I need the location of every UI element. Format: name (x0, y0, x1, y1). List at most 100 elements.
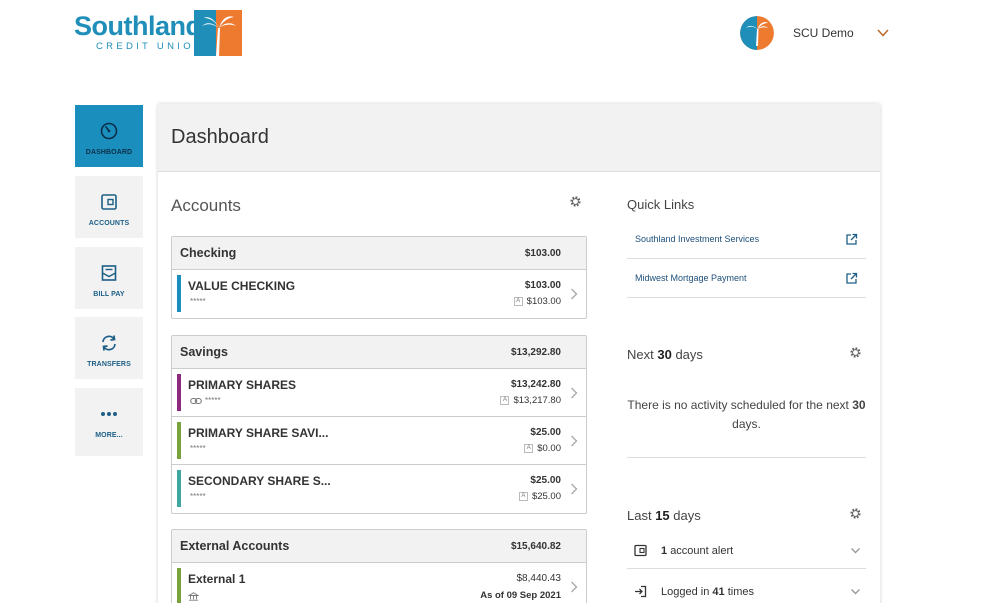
account-color-bar (177, 374, 181, 411)
available-icon: A (513, 297, 523, 306)
account-row[interactable]: VALUE CHECKING ***** $103.00 A $103.00 (172, 270, 586, 318)
dashboard-header: Dashboard (158, 104, 880, 172)
brand-logo[interactable]: Southland CREDIT UNION (74, 10, 244, 58)
logo-name: Southland (74, 11, 202, 41)
account-name: SECONDARY SHARE S... (188, 474, 331, 488)
sign-in-icon (635, 585, 647, 598)
nav-label: DASHBOARD (85, 149, 133, 156)
chevron-down-icon[interactable] (876, 26, 890, 40)
login-post: times (727, 585, 754, 598)
account-group-savings: Savings $13,292.80 PRIMARY SHARES ***** … (171, 335, 587, 514)
chevron-right-icon (571, 387, 578, 399)
quick-links-title: Quick Links (627, 197, 695, 212)
group-name: Checking (180, 246, 237, 260)
gear-icon[interactable] (849, 346, 862, 359)
account-name: External 1 (188, 572, 246, 586)
account-row[interactable]: SECONDARY SHARE S... ***** $25.00 A $25.… (172, 465, 586, 513)
account-number-mask: ***** (190, 297, 206, 306)
divider (627, 457, 866, 458)
account-available: A $25.00 (518, 491, 561, 502)
next-days-prefix: Next (627, 347, 654, 362)
chevron-right-icon (571, 435, 578, 447)
quick-link-investment[interactable]: Southland Investment Services (627, 220, 866, 259)
account-color-bar (177, 275, 181, 312)
account-balance: $103.00 (524, 280, 561, 291)
nav-transfers[interactable]: TRANSFERS (75, 317, 143, 379)
alert-count: 1 (661, 544, 668, 557)
available-icon: A (524, 444, 534, 453)
ellipsis-icon (101, 412, 117, 416)
no-activity-message: There is no activity scheduled for the n… (627, 396, 866, 434)
dashboard-panel: Dashboard Accounts Checking $103.00 VALU… (158, 104, 880, 603)
account-number-mask: ***** (190, 492, 206, 501)
gear-icon[interactable] (849, 507, 862, 520)
quick-link-mortgage[interactable]: Midwest Mortgage Payment (627, 259, 866, 298)
nav-label: ACCOUNTS (88, 220, 130, 227)
account-name: PRIMARY SHARE SAVI... (188, 426, 329, 440)
account-row[interactable]: External 1 $8,440.43 As of 09 Sep 2021 (172, 563, 586, 603)
account-balance: $25.00 (530, 475, 561, 486)
group-header: Savings $13,292.80 (172, 336, 586, 369)
account-group-checking: Checking $103.00 VALUE CHECKING ***** $1… (171, 236, 587, 319)
page-title: Dashboard (171, 126, 269, 148)
logo-text: Southland CREDIT UNION (74, 12, 204, 52)
chevron-right-icon (571, 581, 578, 593)
gauge-icon (100, 122, 118, 140)
login-count-row[interactable]: Logged in 41 times (627, 574, 866, 603)
quick-link-label: Midwest Mortgage Payment (635, 273, 747, 283)
group-total: $103.00 (524, 247, 561, 259)
chevron-right-icon (571, 483, 578, 495)
alert-label: account alert (670, 544, 734, 557)
nav-accounts[interactable]: ACCOUNTS (75, 176, 143, 238)
nav-dashboard[interactable]: DASHBOARD (75, 105, 143, 167)
bank-icon (188, 592, 199, 601)
nav-label: BILL PAY (93, 291, 125, 298)
account-number-mask: ***** (190, 444, 206, 453)
no-activity-count: 30 (852, 398, 866, 412)
account-as-of: As of 09 Sep 2021 (480, 590, 561, 601)
quick-link-label: Southland Investment Services (635, 234, 760, 244)
available-amount: $0.00 (537, 443, 561, 454)
group-total: $13,292.80 (510, 346, 561, 358)
account-balance: $25.00 (530, 427, 561, 438)
account-row[interactable]: PRIMARY SHARE SAVI... ***** $25.00 A $0.… (172, 417, 586, 465)
wallet-icon (634, 544, 647, 557)
group-total: $15,640.82 (510, 540, 561, 552)
available-amount: $13,217.80 (513, 395, 561, 406)
login-pre: Logged in (661, 585, 710, 598)
account-institution (188, 592, 199, 601)
login-count: 41 (712, 585, 725, 598)
account-alert-row[interactable]: 1 account alert (627, 533, 866, 569)
next-days-count: 30 (657, 347, 672, 362)
nav-bill-pay[interactable]: BILL PAY (75, 247, 143, 309)
chevron-down-icon (851, 548, 860, 554)
accounts-title: Accounts (171, 196, 241, 215)
available-icon: A (500, 396, 510, 405)
last-days-suffix: days (673, 508, 701, 523)
user-name: SCU Demo (793, 26, 854, 40)
next-days-suffix: days (675, 347, 703, 362)
nav-more[interactable]: MORE... (75, 388, 143, 456)
chevron-down-icon (851, 589, 860, 595)
account-row[interactable]: PRIMARY SHARES ***** $13,242.80 A $13,21… (172, 369, 586, 417)
nav-label: MORE... (95, 432, 123, 439)
mask-text: ***** (205, 396, 221, 405)
external-link-icon (846, 233, 858, 245)
last-days-title: Last 15 days (627, 508, 701, 523)
user-menu[interactable]: SCU Demo (740, 16, 890, 50)
no-activity-suffix: days. (732, 417, 761, 431)
account-balance: $8,440.43 (516, 573, 562, 584)
no-activity-text: There is no activity scheduled for the n… (627, 398, 849, 412)
account-balance: $13,242.80 (510, 379, 561, 390)
group-name: Savings (180, 345, 228, 359)
last-days-count: 15 (655, 508, 670, 523)
account-color-bar (177, 470, 181, 507)
avatar (740, 16, 774, 50)
group-header: Checking $103.00 (172, 237, 586, 270)
logo-subtitle: CREDIT UNION (96, 41, 205, 52)
wallet-icon (101, 194, 117, 210)
account-name: VALUE CHECKING (188, 279, 296, 293)
account-color-bar (177, 422, 181, 459)
gear-icon[interactable] (569, 195, 582, 208)
account-color-bar (177, 568, 181, 603)
